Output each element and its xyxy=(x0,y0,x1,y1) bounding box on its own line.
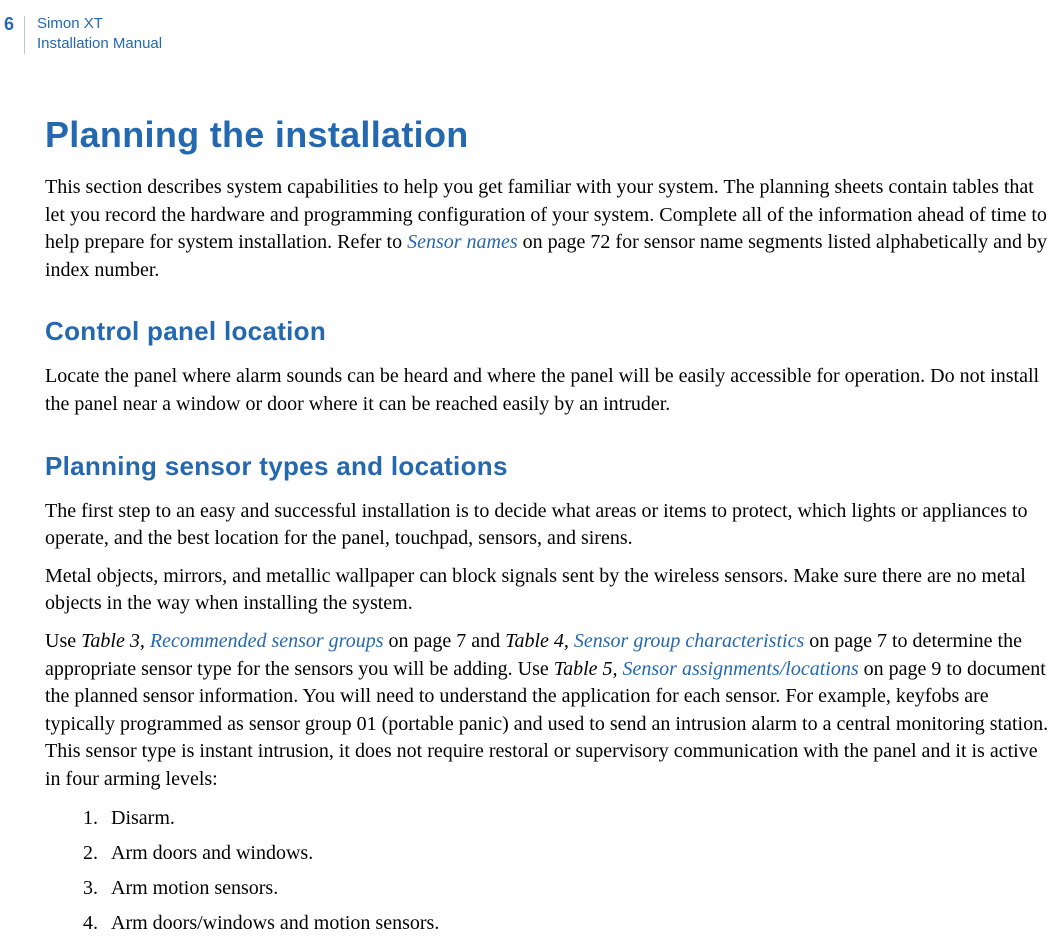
intro-paragraph: This section describes system capabiliti… xyxy=(45,174,1049,284)
sensor-types-p2: Metal objects, mirrors, and metallic wal… xyxy=(45,563,1049,618)
list-number: 4. xyxy=(83,909,111,938)
page-content: Planning the installation This section d… xyxy=(0,54,1056,938)
recommended-sensor-groups-link[interactable]: Recommended sensor groups xyxy=(150,630,384,652)
list-item: 1.Disarm. xyxy=(83,804,1049,833)
p3-table3-label: Table 3, xyxy=(81,630,150,652)
sensor-types-p3: Use Table 3, Recommended sensor groups o… xyxy=(45,628,1049,794)
list-item: 2.Arm doors and windows. xyxy=(83,839,1049,868)
p3-table5-label: Table 5, xyxy=(554,658,623,680)
list-text: Arm motion sensors. xyxy=(111,877,278,899)
p3-t2: on page 7 and xyxy=(384,630,506,652)
list-number: 3. xyxy=(83,874,111,903)
page-header: 6 Simon XT Installation Manual xyxy=(0,0,1056,54)
sensor-assignments-link[interactable]: Sensor assignments/locations xyxy=(623,658,859,680)
list-text: Arm doors and windows. xyxy=(111,842,313,864)
list-number: 1. xyxy=(83,804,111,833)
sensor-group-characteristics-link[interactable]: Sensor group characteristics xyxy=(574,630,804,652)
list-text: Disarm. xyxy=(111,807,175,829)
sensor-names-link[interactable]: Sensor names xyxy=(407,231,518,253)
p3-table4-label: Table 4, xyxy=(505,630,574,652)
control-panel-paragraph: Locate the panel where alarm sounds can … xyxy=(45,363,1049,418)
list-text: Arm doors/windows and motion sensors. xyxy=(111,912,439,934)
header-divider xyxy=(24,16,25,54)
section-heading-control-panel: Control panel location xyxy=(45,316,1049,347)
list-item: 3.Arm motion sensors. xyxy=(83,874,1049,903)
sensor-types-p1: The first step to an easy and successful… xyxy=(45,498,1049,553)
list-item: 4.Arm doors/windows and motion sensors. xyxy=(83,909,1049,938)
p3-t1: Use xyxy=(45,630,81,652)
section-heading-sensor-types: Planning sensor types and locations xyxy=(45,451,1049,482)
page-number: 6 xyxy=(4,14,24,36)
arming-levels-list: 1.Disarm. 2.Arm doors and windows. 3.Arm… xyxy=(45,804,1049,938)
header-line-1: Simon XT xyxy=(37,14,162,34)
list-number: 2. xyxy=(83,839,111,868)
header-doc-title: Simon XT Installation Manual xyxy=(37,14,162,53)
page-title: Planning the installation xyxy=(45,114,1049,156)
header-line-2: Installation Manual xyxy=(37,34,162,54)
